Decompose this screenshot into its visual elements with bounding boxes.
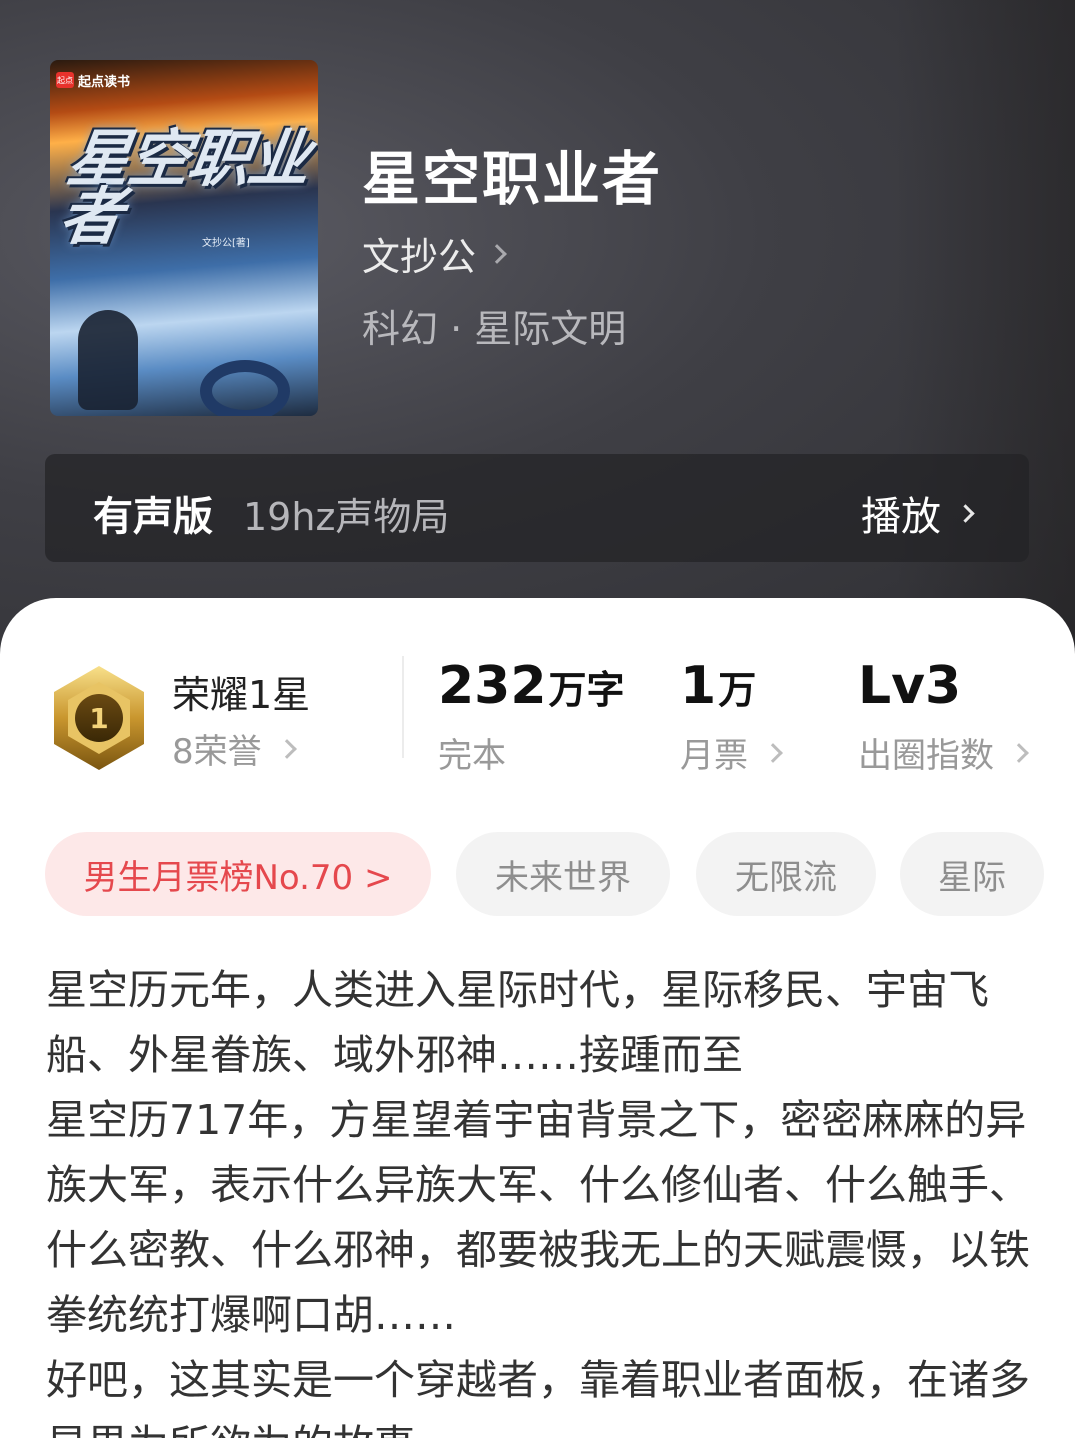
word-count-number: 232 bbox=[438, 656, 547, 716]
cover-ring-art bbox=[200, 360, 290, 416]
word-count-value: 232 万字 bbox=[438, 656, 625, 716]
chevron-right-icon bbox=[763, 742, 783, 763]
honor-title: 荣耀1星 bbox=[172, 673, 311, 717]
stats-divider bbox=[402, 656, 404, 758]
book-cover[interactable]: 起点 起点读书 星空职业者 文抄公[著] bbox=[50, 60, 318, 416]
audiobook-label: 有声版 bbox=[93, 494, 213, 540]
book-genre: 科幻 · 星际文明 bbox=[362, 307, 627, 351]
chevron-right-icon bbox=[276, 738, 297, 759]
tag-future-world[interactable]: 未来世界 bbox=[456, 832, 670, 916]
tag-interstellar[interactable]: 星际 bbox=[900, 832, 1044, 916]
influence-index-level: Lv3 bbox=[858, 656, 962, 716]
monthly-ticket-value: 1 万 bbox=[680, 656, 756, 716]
author-link[interactable]: 文抄公 bbox=[362, 226, 507, 281]
monthly-ticket-label: 月票 bbox=[680, 736, 748, 776]
author-name: 文抄公 bbox=[362, 235, 477, 279]
tag-infinite-flow[interactable]: 无限流 bbox=[696, 832, 876, 916]
monthly-ticket-number: 1 bbox=[680, 656, 717, 716]
monthly-ticket-unit: 万 bbox=[718, 668, 757, 712]
word-count-unit: 万字 bbox=[548, 668, 625, 712]
chevron-right-icon bbox=[487, 243, 507, 264]
completion-label: 完本 bbox=[438, 736, 506, 776]
play-label: 播放 bbox=[861, 494, 941, 540]
rank-tag[interactable]: 男生月票榜No.70 > bbox=[45, 832, 431, 916]
honor-count: 8荣誉 bbox=[172, 732, 262, 772]
cover-title-art: 星空职业者 bbox=[54, 122, 314, 253]
book-title: 星空职业者 bbox=[362, 145, 663, 213]
honor-count-link[interactable]: 8荣誉 bbox=[172, 724, 297, 773]
cover-brand-text: 起点读书 bbox=[78, 75, 131, 90]
chevron-right-icon bbox=[1009, 742, 1029, 763]
influence-index-value: Lv3 bbox=[858, 656, 961, 716]
audiobook-bar[interactable]: 有声版 19hz声物局 播放 bbox=[45, 454, 1029, 562]
influence-index-label: 出圈指数 bbox=[858, 736, 994, 776]
chevron-right-icon bbox=[956, 503, 975, 523]
honor-medal-icon[interactable]: 1 bbox=[50, 664, 148, 772]
audiobook-narrator: 19hz声物局 bbox=[243, 495, 450, 539]
completion-status: 完本 bbox=[438, 728, 506, 777]
brand-logo-icon: 起点 bbox=[56, 72, 74, 88]
influence-index-link[interactable]: 出圈指数 bbox=[858, 728, 1029, 777]
book-description[interactable]: 星空历元年，人类进入星际时代，星际移民、宇宙飞船、外星眷族、域外邪神……接踵而至… bbox=[46, 958, 1036, 1438]
play-button[interactable]: 播放 bbox=[861, 484, 975, 542]
monthly-ticket-link[interactable]: 月票 bbox=[680, 728, 783, 777]
cover-author-text: 文抄公[著] bbox=[202, 238, 250, 249]
cover-astronaut-art bbox=[78, 310, 138, 410]
medal-number: 1 bbox=[89, 702, 108, 735]
